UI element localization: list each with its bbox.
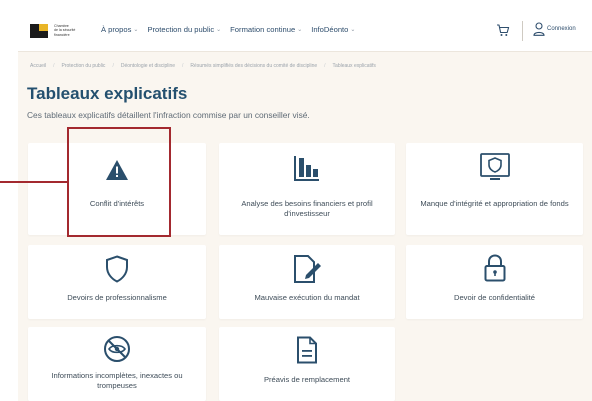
card-informations-incompletes[interactable]: Informations incomplètes, inexactes ou t…: [28, 327, 206, 401]
card-manque-d-integrite[interactable]: Manque d'intégrité et appropriation de f…: [406, 143, 583, 235]
nav-item-label: Formation continue: [230, 25, 296, 34]
card-label: Mauvaise exécution du mandat: [254, 293, 360, 302]
breadcrumb-item[interactable]: Accueil: [30, 63, 46, 69]
card-preavis-de-remplacement[interactable]: Préavis de remplacement: [219, 327, 395, 401]
chevron-down-icon: ⌄: [133, 27, 139, 33]
nav-item-label: InfoDéonto: [311, 25, 349, 34]
logo[interactable]: [30, 24, 50, 38]
breadcrumb-item[interactable]: Déontologie et discipline: [121, 63, 175, 69]
logo-line: financière: [54, 32, 70, 37]
card-devoirs-de-professionnalisme[interactable]: Devoirs de professionnalisme: [28, 245, 206, 319]
no-view-icon: [104, 336, 130, 362]
nav-item-infodeonto[interactable]: InfoDéonto ⌄: [311, 25, 355, 34]
login-link[interactable]: Connexion: [547, 26, 576, 32]
page-subtitle: Ces tableaux explicatifs détaillent l'in…: [27, 110, 310, 120]
breadcrumb-separator: /: [53, 63, 55, 69]
breadcrumb-item-current: Tableaux explicatifs: [332, 63, 376, 69]
nav-item-protection-du-public[interactable]: Protection du public ⌄: [147, 25, 221, 34]
cart-icon[interactable]: [496, 23, 510, 37]
page-title: Tableaux explicatifs: [27, 84, 188, 103]
breadcrumb-separator: /: [324, 63, 326, 69]
shield-monitor-icon: [479, 153, 510, 180]
breadcrumb-separator: /: [182, 63, 184, 69]
breadcrumb: Accueil / Protection du public / Déontol…: [30, 63, 376, 69]
user-icon[interactable]: [533, 22, 545, 36]
card-analyse-des-besoins[interactable]: Analyse des besoins financiers et profil…: [219, 143, 395, 235]
callout-line: [0, 181, 67, 183]
highlight-box: [67, 127, 171, 237]
card-label: Analyse des besoins financiers et profil…: [241, 199, 373, 218]
bar-chart-icon: [294, 156, 319, 181]
document-icon: [297, 336, 317, 364]
main-nav: À propos ⌄ Protection du public ⌄ Format…: [101, 25, 355, 34]
card-label: Manque d'intégrité et appropriation de f…: [420, 199, 569, 208]
card-devoir-de-confidentialite[interactable]: Devoir de confidentialité: [406, 245, 583, 319]
breadcrumb-item[interactable]: Résumés simplifiés des décisions du comi…: [190, 63, 317, 69]
chevron-down-icon: ⌄: [297, 27, 303, 33]
lock-icon: [484, 254, 505, 282]
nav-item-label: Protection du public: [147, 25, 215, 34]
header-divider: [522, 21, 523, 41]
shield-icon: [106, 255, 128, 283]
site-header: Chambre de la sécurité financière À prop…: [18, 9, 592, 52]
card-label: Devoirs de professionnalisme: [67, 293, 167, 302]
card-label: Préavis de remplacement: [263, 375, 351, 384]
breadcrumb-item[interactable]: Protection du public: [62, 63, 106, 69]
nav-item-formation-continue[interactable]: Formation continue ⌄: [230, 25, 302, 34]
chevron-down-icon: ⌄: [350, 27, 356, 33]
breadcrumb-separator: /: [112, 63, 114, 69]
card-mauvaise-execution[interactable]: Mauvaise exécution du mandat: [219, 245, 395, 319]
card-label: Devoir de confidentialité: [453, 293, 536, 302]
document-pen-icon: [294, 255, 321, 283]
card-label: Informations incomplètes, inexactes ou t…: [51, 371, 183, 390]
logo-text[interactable]: Chambre de la sécurité financière: [54, 24, 88, 37]
nav-item-a-propos[interactable]: À propos ⌄: [101, 25, 138, 34]
nav-item-label: À propos: [101, 25, 132, 34]
chevron-down-icon: ⌄: [216, 27, 222, 33]
